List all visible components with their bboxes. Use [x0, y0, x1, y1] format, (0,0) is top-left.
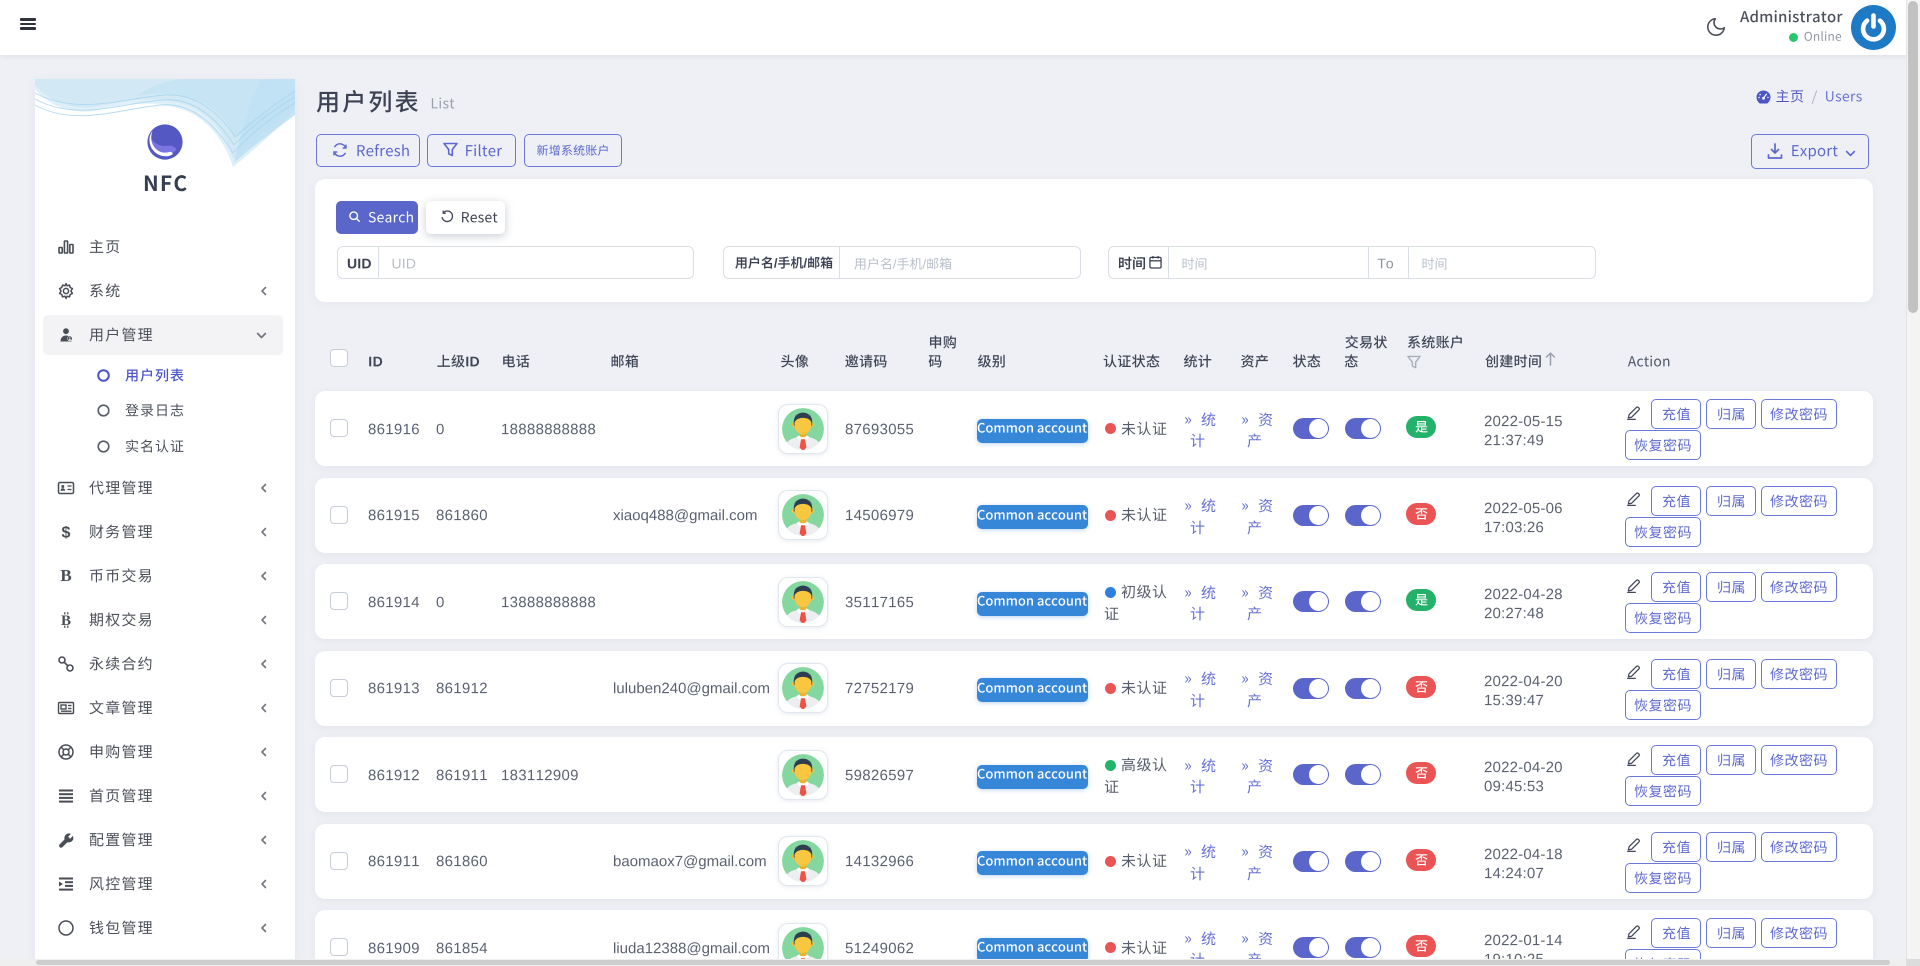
svg-text:B: B: [60, 567, 71, 585]
svg-text:B: B: [61, 613, 71, 629]
svg-text:$: $: [62, 525, 71, 542]
